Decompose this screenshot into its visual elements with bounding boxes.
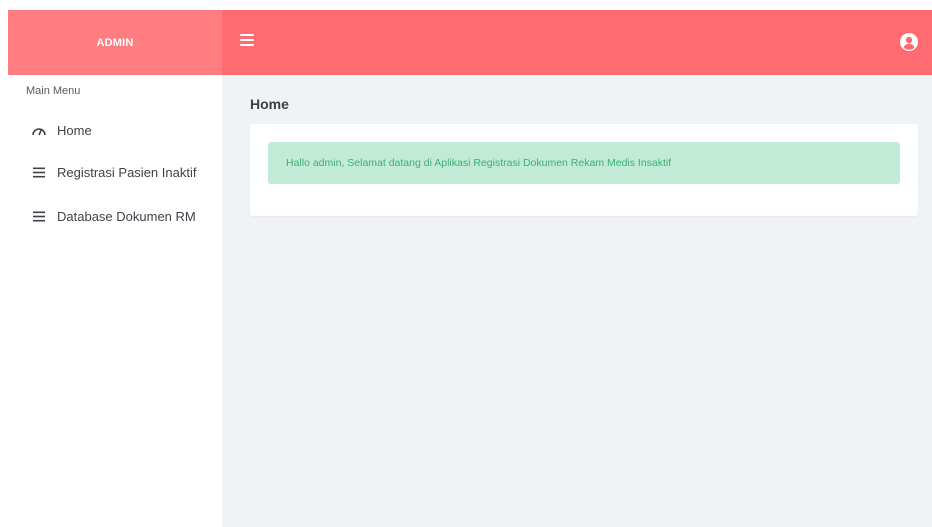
welcome-alert-text: Hallo admin, Selamat datang di Aplikasi … [286, 157, 672, 169]
hamburger-icon[interactable] [240, 34, 254, 46]
sidebar-menu-header: Main Menu [26, 85, 81, 97]
sidebar-item-home[interactable]: Home [31, 123, 92, 138]
tachometer-icon [31, 124, 47, 138]
sidebar-item-database-dokumen-rm[interactable]: Database Dokumen RM [31, 209, 196, 224]
main-content: Home Hallo admin, Selamat datang di Apli… [222, 75, 932, 527]
app-window: ADMIN Main Menu Home Registrasi Pasien I… [0, 0, 932, 527]
top-navbar [222, 10, 932, 75]
sidebar-item-label: Database Dokumen RM [57, 209, 196, 224]
brand-title: ADMIN [96, 36, 134, 49]
brand-logo[interactable]: ADMIN [8, 10, 222, 75]
sidebar-item-label: Registrasi Pasien Inaktif [57, 165, 197, 180]
content-card: Hallo admin, Selamat datang di Aplikasi … [250, 124, 918, 216]
user-circle-icon[interactable] [900, 33, 918, 51]
bars-icon [31, 210, 47, 224]
sidebar-item-registrasi-pasien-inaktif[interactable]: Registrasi Pasien Inaktif [31, 165, 196, 180]
bars-icon [31, 166, 47, 180]
sidebar: Main Menu Home Registrasi Pasien Inaktif [8, 75, 222, 527]
sidebar-item-label: Home [57, 123, 92, 138]
welcome-alert: Hallo admin, Selamat datang di Aplikasi … [268, 142, 900, 184]
page-title: Home [250, 96, 289, 112]
